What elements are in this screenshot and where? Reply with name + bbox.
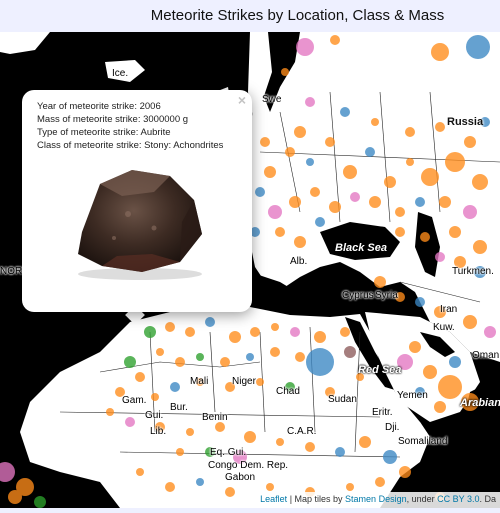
attribution-end: . Da [479, 494, 496, 504]
stamen-link[interactable]: Stamen Design [345, 494, 407, 504]
label-arabian-sea: Arabian [460, 397, 500, 409]
label-somaliland: Somaliland [398, 436, 448, 447]
label-iran: Iran [440, 304, 458, 315]
popup-details: Year of meteorite strike: 2006 Mass of m… [37, 100, 223, 152]
label-djibouti: Dji. [385, 422, 400, 433]
meteorite-image [78, 170, 202, 280]
meteorite-popup: × Year of meteorite strike: 2006 Mass of… [22, 90, 252, 312]
label-congo: Congo Dem. Rep. [208, 460, 289, 471]
popup-close-button[interactable]: × [238, 92, 246, 108]
label-oman: Oman [472, 350, 500, 361]
label-sudan: Sudan [328, 394, 357, 405]
label-kuwait: Kuw. [433, 322, 455, 333]
land-greenland [0, 32, 50, 54]
label-turkmen: Turkmen. [452, 266, 494, 277]
app-header: Meteorite Strikes by Location, Class & M… [0, 0, 500, 32]
label-mali: Mali [190, 376, 209, 387]
label-black-sea: Black Sea [335, 242, 387, 254]
popup-type: Type of meteorite strike: Aubrite [37, 127, 171, 138]
attribution-sep: | Map tiles by [287, 494, 346, 504]
label-russia: Russia [447, 116, 484, 128]
label-guinea: Gui. [145, 410, 164, 421]
label-gabon: Gabon [225, 472, 256, 483]
label-chad: Chad [276, 386, 300, 397]
label-burkina: Bur. [170, 402, 188, 413]
map-attribution: Leaflet | Map tiles by Stamen Design, un… [256, 492, 500, 508]
label-red-sea: Red Sea [358, 364, 402, 376]
label-eq-guinea: Eq. Gui. [210, 447, 247, 458]
label-iceland: Ice. [112, 68, 129, 79]
label-cyprus: Cyprus [342, 290, 374, 301]
label-yemen: Yemen [397, 390, 428, 401]
label-niger: Niger [232, 376, 256, 387]
label-gambia: Gam. [122, 395, 147, 406]
license-link[interactable]: CC BY 3.0 [437, 494, 479, 504]
popup-mass: Mass of meteorite strike: 3000000 g [37, 114, 189, 125]
popup-class: Class of meteorite strike: Stony: Achond… [37, 140, 224, 151]
label-albania: Alb. [290, 256, 308, 267]
label-car: C.A.R. [287, 426, 317, 437]
page-title: Meteorite Strikes by Location, Class & M… [150, 7, 445, 24]
label-benin: Benin [202, 412, 228, 423]
popup-year: Year of meteorite strike: 2006 [37, 101, 161, 112]
label-sweden: Swe [262, 94, 282, 105]
bottom-bar [0, 508, 500, 513]
label-eritrea: Eritr. [372, 407, 393, 418]
leaflet-link[interactable]: Leaflet [260, 494, 287, 504]
label-syria: Syria [375, 290, 398, 301]
attribution-under: , under [406, 494, 438, 504]
label-liberia: Lib. [150, 426, 167, 437]
